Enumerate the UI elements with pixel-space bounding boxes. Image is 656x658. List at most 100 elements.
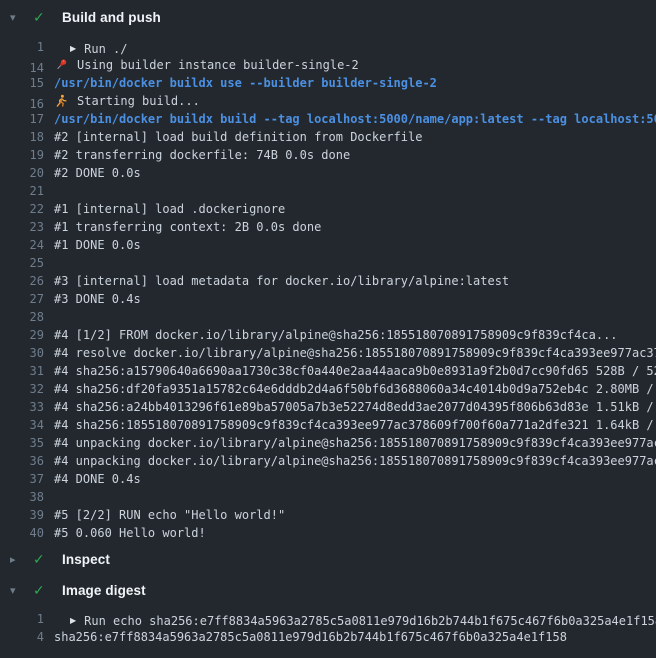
log-text: /usr/bin/docker buildx build --tag local…: [54, 110, 656, 128]
line-number[interactable]: 22: [0, 200, 44, 218]
line-number[interactable]: 17: [0, 110, 44, 128]
line-number[interactable]: 14: [0, 59, 44, 74]
line-number[interactable]: 1: [0, 38, 44, 56]
log-text: #5 0.060 Hello world!: [54, 524, 206, 542]
log-text: ▶Run echo sha256:e7ff8834a5963a2785c5a08…: [54, 612, 656, 628]
log-line: 4sha256:e7ff8834a5963a2785c5a0811e979d16…: [0, 628, 656, 646]
log-line: 35 #4 unpacking docker.io/library/alpine@…: [0, 434, 656, 452]
line-number[interactable]: 39: [0, 506, 44, 524]
log-line: 36 #4 unpacking docker.io/library/alpine@…: [0, 452, 656, 470]
section-header-build-and-push[interactable]: ▾✓Build and push: [0, 4, 656, 31]
log-text: #5 [2/2] RUN echo "Hello world!": [54, 506, 285, 524]
log-text: #3 DONE 0.4s: [54, 290, 141, 308]
log-text: #4 sha256:185518070891758909c9f839cf4ca3…: [54, 416, 656, 434]
line-number[interactable]: 21: [0, 182, 44, 200]
success-check-icon: ✓: [33, 553, 49, 567]
log-text-content: #4 sha256:a24bb4013296f61e89ba57005a7b3e…: [54, 398, 656, 416]
log-text-content: #4 sha256:185518070891758909c9f839cf4ca3…: [54, 416, 656, 434]
line-number[interactable]: 40: [0, 524, 44, 542]
log-text: #4 sha256:a15790640a6690aa1730c38cf0a440…: [54, 362, 656, 380]
line-number[interactable]: 27: [0, 290, 44, 308]
chevron-right-icon[interactable]: ▸: [10, 554, 24, 565]
line-number[interactable]: 26: [0, 272, 44, 290]
log-text-content: #3 [internal] load metadata for docker.i…: [54, 272, 509, 290]
line-number[interactable]: 19: [0, 146, 44, 164]
line-number[interactable]: 24: [0, 236, 44, 254]
line-number[interactable]: 38: [0, 488, 44, 506]
line-number[interactable]: 15: [0, 74, 44, 92]
section-title: Image digest: [62, 583, 146, 598]
line-number[interactable]: 31: [0, 362, 44, 380]
log-text: Starting build...: [54, 92, 200, 110]
log-text: #2 DONE 0.0s: [54, 164, 141, 182]
log-line: 15/usr/bin/docker buildx use --builder b…: [0, 74, 656, 92]
log-text-content: /usr/bin/docker buildx use --builder bui…: [54, 74, 437, 92]
workflow-log-viewer: ▾✓Build and push1▶Run ./14Using builder …: [0, 4, 656, 654]
line-number[interactable]: 34: [0, 416, 44, 434]
log-line: 28: [0, 308, 656, 326]
log-line: 1 ▶Run echo sha256:e7ff8834a5963a2785c5a0…: [0, 610, 656, 628]
log-line: 30 #4 resolve docker.io/library/alpine@sh…: [0, 344, 656, 362]
log-line: 31 #4 sha256:a15790640a6690aa1730c38cf0a4…: [0, 362, 656, 380]
line-number[interactable]: 35: [0, 434, 44, 452]
line-number[interactable]: 28: [0, 308, 44, 326]
log-lines: 1 ▶ Run ./ 14 Using builder instance builder…: [0, 31, 656, 546]
log-text: #4 unpacking docker.io/library/alpine@sh…: [54, 434, 656, 452]
section-header-inspect[interactable]: ▸ ✓ Inspect: [0, 546, 656, 573]
line-number[interactable]: 25: [0, 254, 44, 272]
log-text-content: #3 DONE 0.4s: [54, 290, 141, 308]
line-number[interactable]: 32: [0, 380, 44, 398]
log-line: 29 #4 [1/2] FROM docker.io/library/alpine…: [0, 326, 656, 344]
section-header-image-digest[interactable]: ▾✓Image digest: [0, 577, 656, 604]
log-text-content: #4 resolve docker.io/library/alpine@sha2…: [54, 344, 656, 362]
log-text-content: #2 transferring dockerfile: 74B 0.0s don…: [54, 146, 350, 164]
log-text-content: #1 transferring context: 2B 0.0s done: [54, 218, 321, 236]
log-text-content: Run ./: [84, 40, 127, 56]
line-number[interactable]: 1: [0, 610, 44, 628]
line-number[interactable]: 23: [0, 218, 44, 236]
log-text-content: #4 unpacking docker.io/library/alpine@sh…: [54, 434, 656, 452]
section-title: Inspect: [62, 552, 110, 567]
log-text-content: #1 [internal] load .dockerignore: [54, 200, 285, 218]
run-toggle-icon[interactable]: ▶: [70, 40, 76, 56]
line-number[interactable]: 29: [0, 326, 44, 344]
log-text-content: /usr/bin/docker buildx build --tag local…: [54, 110, 656, 128]
log-line: 14 Using builder instance builder-single-…: [0, 56, 656, 74]
line-number[interactable]: 4: [0, 628, 44, 646]
pushpin-icon: [54, 58, 68, 72]
chevron-down-icon[interactable]: ▾: [10, 12, 24, 23]
line-number[interactable]: 20: [0, 164, 44, 182]
log-text-content: #4 [1/2] FROM docker.io/library/alpine@s…: [54, 326, 618, 344]
chevron-down-icon[interactable]: ▾: [10, 585, 24, 596]
log-text: #2 [internal] load build definition from…: [54, 128, 422, 146]
log-line: 23 #1 transferring context: 2B 0.0s done: [0, 218, 656, 236]
log-text-content: Starting build...: [77, 92, 200, 110]
log-text: #2 transferring dockerfile: 74B 0.0s don…: [54, 146, 350, 164]
log-line: 40 #5 0.060 Hello world!: [0, 524, 656, 542]
log-text-content: #2 [internal] load build definition from…: [54, 128, 422, 146]
log-text-content: #1 DONE 0.0s: [54, 236, 141, 254]
log-text: #3 [internal] load metadata for docker.i…: [54, 272, 509, 290]
log-text-content: #5 0.060 Hello world!: [54, 524, 206, 542]
log-text: ▶ Run ./: [54, 40, 128, 56]
log-line: 21: [0, 182, 656, 200]
log-line: 22 #1 [internal] load .dockerignore: [0, 200, 656, 218]
line-number[interactable]: 18: [0, 128, 44, 146]
log-text: Using builder instance builder-single-2: [54, 56, 359, 74]
line-number[interactable]: 33: [0, 398, 44, 416]
log-line: 32 #4 sha256:df20fa9351a15782c64e6dddb2d4…: [0, 380, 656, 398]
log-text-content: #4 sha256:df20fa9351a15782c64e6dddb2d4a6…: [54, 380, 656, 398]
line-number[interactable]: 36: [0, 452, 44, 470]
log-line: 34 #4 sha256:185518070891758909c9f839cf4c…: [0, 416, 656, 434]
run-toggle-icon[interactable]: ▶: [70, 612, 76, 628]
log-text: #4 sha256:a24bb4013296f61e89ba57005a7b3e…: [54, 398, 656, 416]
line-number[interactable]: 37: [0, 470, 44, 488]
log-lines: 1 ▶Run echo sha256:e7ff8834a5963a2785c5a0…: [0, 604, 656, 654]
line-number[interactable]: 30: [0, 344, 44, 362]
log-line: 24 #1 DONE 0.0s: [0, 236, 656, 254]
log-text-content: #4 unpacking docker.io/library/alpine@sh…: [54, 452, 656, 470]
success-check-icon: ✓: [33, 11, 49, 25]
log-text-content: #2 DONE 0.0s: [54, 164, 141, 182]
log-text: #1 DONE 0.0s: [54, 236, 141, 254]
line-number[interactable]: 16: [0, 95, 44, 110]
